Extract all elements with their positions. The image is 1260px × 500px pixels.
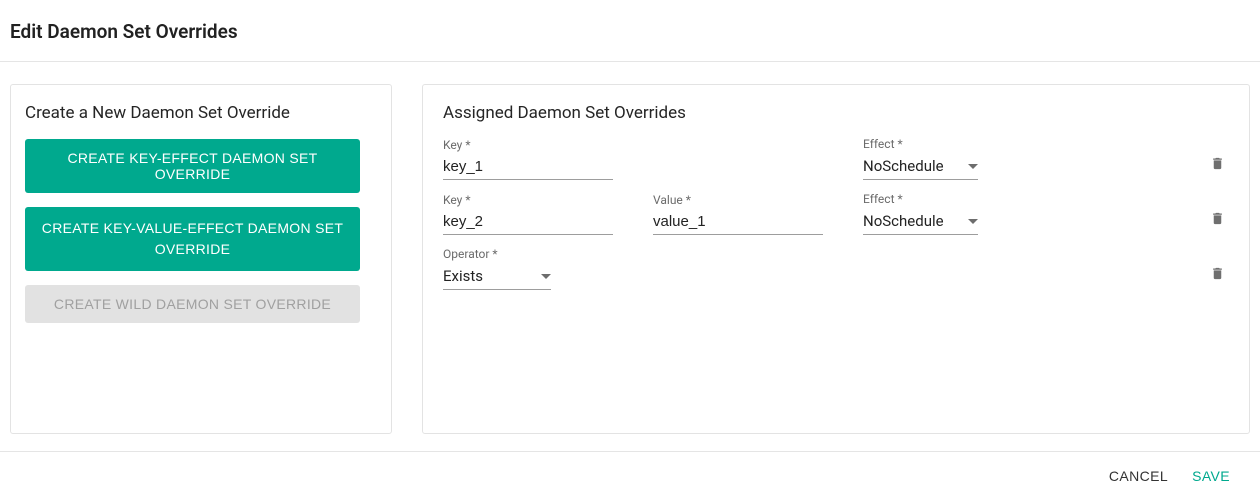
value-input[interactable]	[653, 211, 823, 235]
override-row: Operator * Exists	[443, 247, 1229, 290]
key-label: Key *	[443, 138, 613, 152]
delete-row-button[interactable]	[1206, 261, 1229, 286]
key-field: Key *	[443, 193, 613, 235]
create-panel: Create a New Daemon Set Override CREATE …	[10, 84, 392, 434]
delete-row-button[interactable]	[1206, 151, 1229, 176]
effect-select[interactable]: NoSchedule	[863, 210, 978, 235]
operator-field: Operator * Exists	[443, 247, 551, 290]
create-panel-title: Create a New Daemon Set Override	[25, 103, 377, 123]
operator-select[interactable]: Exists	[443, 265, 551, 290]
content-area: Create a New Daemon Set Override CREATE …	[0, 62, 1260, 434]
operator-label: Operator *	[443, 247, 551, 261]
effect-label: Effect *	[863, 192, 978, 206]
trash-icon	[1210, 265, 1225, 282]
caret-down-icon	[968, 219, 978, 224]
operator-value: Exists	[443, 267, 483, 285]
key-field: Key *	[443, 138, 613, 180]
assigned-panel: Assigned Daemon Set Overrides Key * Effe…	[422, 84, 1250, 434]
delete-row-button[interactable]	[1206, 206, 1229, 231]
create-key-value-effect-button[interactable]: CREATE KEY-VALUE-EFFECT DAEMON SET OVERR…	[25, 207, 360, 271]
effect-field: Effect * NoSchedule	[863, 192, 978, 235]
effect-value: NoSchedule	[863, 212, 944, 230]
trash-icon	[1210, 155, 1225, 172]
save-button[interactable]: SAVE	[1180, 464, 1242, 488]
key-input[interactable]	[443, 156, 613, 180]
create-key-effect-button[interactable]: CREATE KEY-EFFECT DAEMON SET OVERRIDE	[25, 139, 360, 193]
create-wild-button: CREATE WILD DAEMON SET OVERRIDE	[25, 285, 360, 323]
effect-value: NoSchedule	[863, 157, 944, 175]
page-title: Edit Daemon Set Overrides	[0, 0, 1260, 62]
value-field: Value *	[653, 193, 823, 235]
key-input[interactable]	[443, 211, 613, 235]
caret-down-icon	[541, 274, 551, 279]
footer: CANCEL SAVE	[0, 451, 1260, 500]
effect-field: Effect * NoSchedule	[863, 137, 978, 180]
assigned-panel-title: Assigned Daemon Set Overrides	[443, 103, 1229, 123]
override-row: Key * Value * Effect * NoSchedule	[443, 192, 1229, 235]
key-label: Key *	[443, 193, 613, 207]
effect-label: Effect *	[863, 137, 978, 151]
cancel-button[interactable]: CANCEL	[1097, 464, 1180, 488]
trash-icon	[1210, 210, 1225, 227]
caret-down-icon	[968, 164, 978, 169]
override-row: Key * Effect * NoSchedule	[443, 137, 1229, 180]
value-label: Value *	[653, 193, 823, 207]
effect-select[interactable]: NoSchedule	[863, 155, 978, 180]
